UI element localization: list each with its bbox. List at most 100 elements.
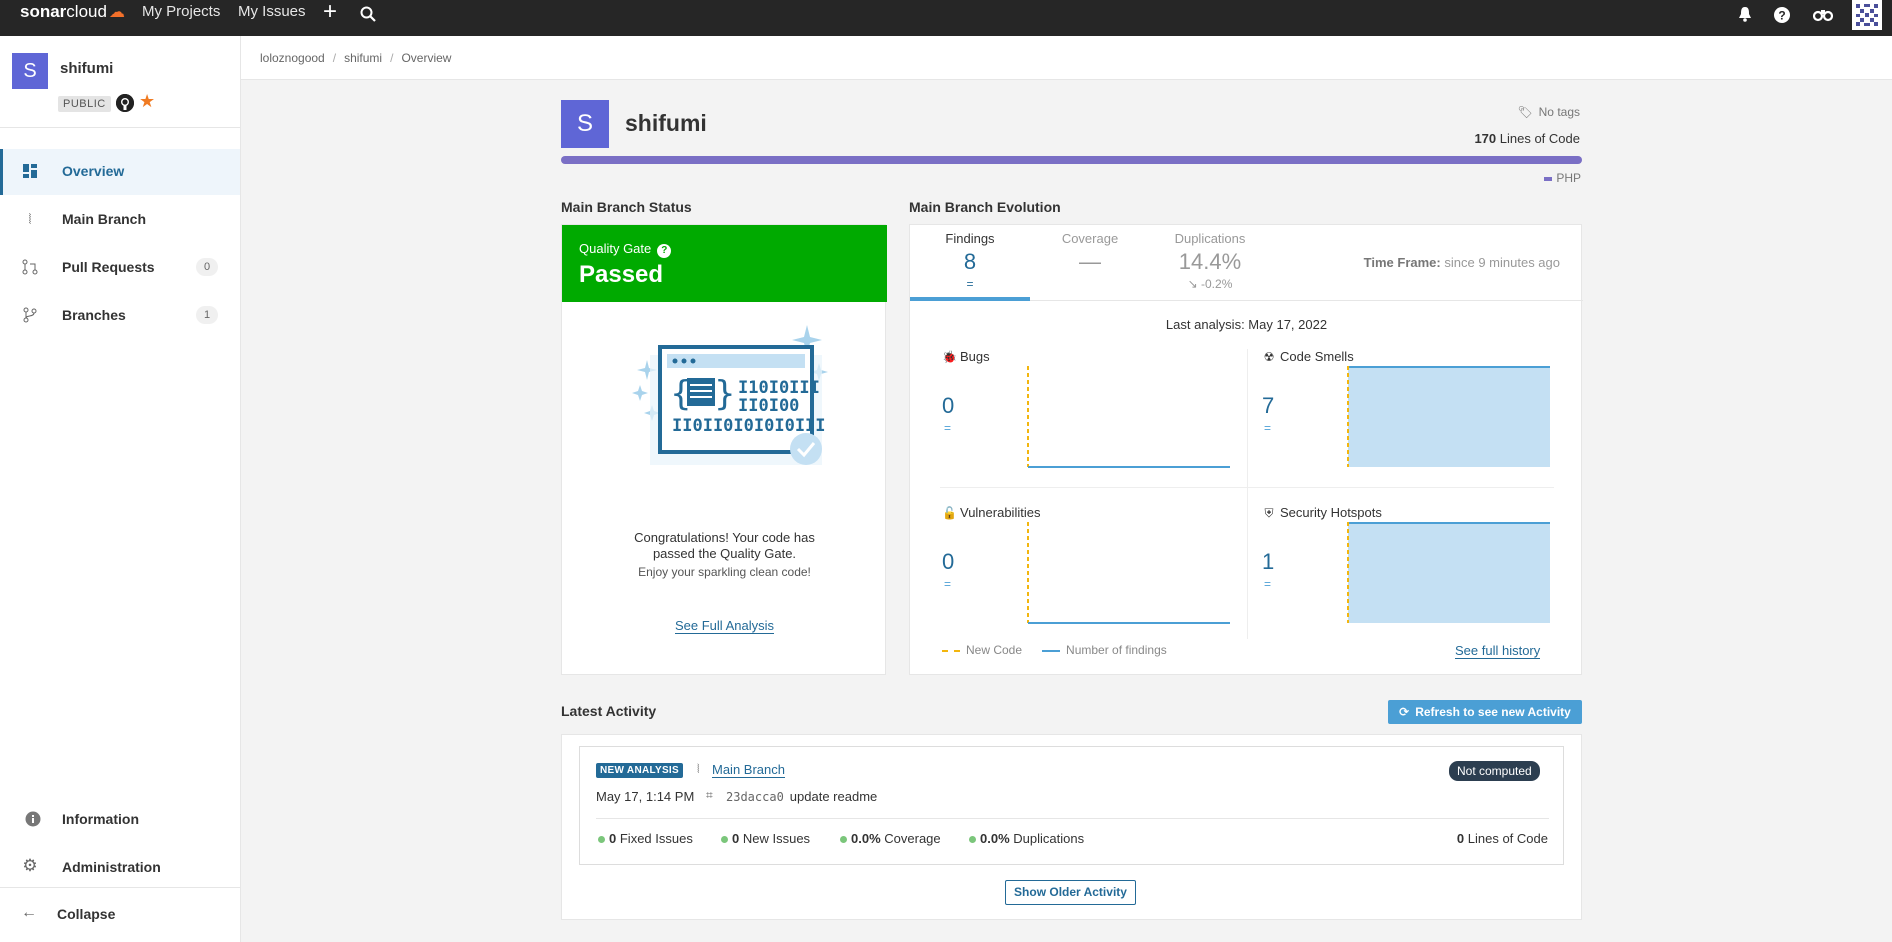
stat-new-issues: 0 New Issues [721,831,810,846]
plus-icon[interactable]: + [323,0,337,26]
sidebar: S shifumi PUBLIC ★ Overview ⦚ Main Branc… [0,36,241,942]
project-title: shifumi [625,110,707,136]
see-full-analysis-link[interactable]: See Full Analysis [562,618,887,634]
visibility-badge: PUBLIC [58,96,111,112]
search-icon[interactable] [358,6,378,26]
quality-gate-header: Quality Gate? Passed [562,225,887,302]
quality-gate-card: Quality Gate? Passed { } I10I0III II0I00… [561,224,887,675]
code-smell-icon: ☢ [1263,350,1275,364]
tag-icon: 🏷 [1517,105,1533,119]
pull-requests-count: 0 [196,258,218,276]
sidebar-item-branches[interactable]: Branches 1 [0,293,240,339]
breadcrumb-org[interactable]: loloznogood [260,51,325,65]
tab-duplications[interactable]: Duplications 14.4% ↘ -0.2% [1150,225,1270,301]
sidebar-item-information[interactable]: Information [0,797,240,843]
github-icon[interactable] [116,94,134,112]
sidebar-item-pull-requests[interactable]: Pull Requests 0 [0,245,240,291]
language-legend: PHP [1500,171,1581,185]
activity-date: May 17, 1:14 PM [596,789,695,804]
svg-text:II0II0I0I0I0III: II0II0I0I0I0III [672,416,826,436]
help-icon[interactable]: ? [657,244,672,258]
quality-gate-illustration: { } I10I0III II0I00 II0II0I0I0I0III [622,325,842,485]
quality-gate-status: Passed [579,261,664,288]
see-full-history-link[interactable]: See full history [1455,643,1541,659]
activity-card: NEW ANALYSIS ⦚ Main Branch Not computed … [561,734,1582,920]
activity-divider [596,818,1549,819]
main-branch-evolution-title: Main Branch Evolution [909,199,1061,215]
new-analysis-badge: NEW ANALYSIS [596,763,683,778]
star-icon[interactable]: ★ [139,91,155,112]
refresh-icon: ⟳ [1399,705,1410,719]
stat-duplications: 0.0% Duplications [969,831,1084,846]
lock-icon: 🔓 [942,506,957,520]
breadcrumb-bar: loloznogood / shifumi / Overview [241,36,1892,80]
sidebar-item-label: Information [62,811,139,827]
code-smells-value: 7 [1262,393,1275,418]
nav-my-issues[interactable]: My Issues [238,3,306,20]
branch-icon: ⦚ [697,762,700,776]
nav-my-projects[interactable]: My Projects [142,3,220,20]
overview-icon [21,163,39,181]
vulnerabilities-value: 0 [942,549,955,574]
activity-item: NEW ANALYSIS ⦚ Main Branch Not computed … [579,746,1564,865]
show-older-activity-button[interactable]: Show Older Activity [1005,880,1136,905]
quality-gate-message: Congratulations! Your code has passed the… [634,530,815,561]
branches-icon [21,307,39,325]
sidebar-project-name[interactable]: shifumi [60,60,113,77]
svg-text:II0I00: II0I00 [738,396,799,416]
activity-commit: 23dacca0 update readme [726,789,878,804]
project-avatar: S [12,53,48,89]
project-tags[interactable]: 🏷 No tags [1500,105,1580,119]
breadcrumb: loloznogood / shifumi / Overview [260,51,452,65]
bug-icon: 🐞 [942,350,957,364]
vulnerabilities-sparkline [1027,522,1230,624]
sidebar-item-overview[interactable]: Overview [0,149,240,195]
sidebar-item-label: Administration [62,859,161,875]
evolution-card: Findings 8 = Coverage — Duplications 14.… [909,224,1583,675]
user-avatar[interactable] [1852,0,1882,30]
metric-security-hotspots[interactable]: ⛨ Security Hotspots 1 = [1262,505,1572,655]
security-hotspots-sparkline [1347,522,1550,623]
branches-count: 1 [196,306,218,324]
stat-lines-of-code: 0 Lines of Code [1456,831,1548,846]
branch-icon: ⦚ [28,211,32,227]
security-hotspots-value: 1 [1262,549,1275,574]
quality-gate-submessage: Enjoy your sparkling clean code! [638,565,811,579]
sidebar-item-label: Main Branch [62,211,147,227]
project-loc: 170 Lines of Code [1474,131,1580,146]
main-branch-status-title: Main Branch Status [561,199,692,215]
language-distribution-bar [561,156,1582,164]
quality-gate-label: Quality Gate? [579,241,672,258]
svg-text:?: ? [1778,9,1785,23]
breadcrumb-project[interactable]: shifumi [344,51,382,65]
chart-legend: New Code Number of findings [942,643,1167,657]
metric-vulnerabilities[interactable]: 🔓 Vulnerabilities 0 = [942,505,1252,655]
binoculars-icon[interactable] [1812,6,1834,26]
sidebar-item-label: Branches [62,307,126,323]
tab-findings[interactable]: Findings 8 = [910,225,1030,301]
svg-text:}: } [714,374,736,414]
status-badge: Not computed [1449,761,1540,781]
help-icon[interactable]: ? [1772,6,1792,26]
sidebar-item-administration[interactable]: ⚙ Administration [0,845,240,891]
sidebar-item-main-branch[interactable]: ⦚ Main Branch [0,197,240,243]
svg-text:I10I0III: I10I0III [738,378,820,398]
activity-branch-link[interactable]: Main Branch [712,762,785,778]
sonarcloud-logo[interactable]: sonarcloud ☁ [20,2,125,22]
code-smells-sparkline [1347,366,1550,467]
sidebar-item-label: Pull Requests [62,259,155,275]
project-header-avatar: S [561,100,609,148]
collapse-button[interactable]: ← Collapse [0,892,240,938]
tab-coverage[interactable]: Coverage — [1030,225,1150,301]
refresh-activity-button[interactable]: ⟳ Refresh to see new Activity [1388,700,1582,724]
metric-bugs[interactable]: 🐞 Bugs 0 = [942,349,1252,499]
stat-coverage: 0.0% Coverage [840,831,941,846]
stat-fixed-issues: 0 Fixed Issues [598,831,693,846]
latest-activity-title: Latest Activity [561,703,657,719]
bugs-sparkline [1027,366,1230,468]
bell-icon[interactable] [1735,6,1755,26]
cloud-icon: ☁ [108,4,125,21]
commit-icon: ⌗ [706,788,713,802]
time-frame: Time Frame: since 9 minutes ago [1363,255,1560,270]
metric-code-smells[interactable]: ☢ Code Smells 7 = [1262,349,1572,499]
